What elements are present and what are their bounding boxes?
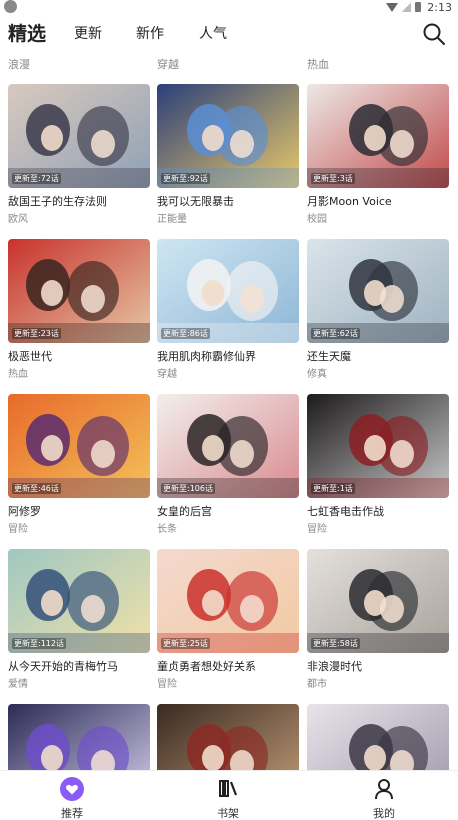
comic-genre: 穿越 — [157, 369, 177, 380]
update-badge: 更新至:112话 — [12, 638, 66, 649]
comic-cover[interactable]: 更新至:112话 — [8, 549, 150, 653]
comic-card[interactable]: 更新至:86话 我用肌肉称霸修仙界 穿越 — [157, 239, 299, 380]
person-icon — [375, 779, 393, 800]
comic-card[interactable]: 更新至:3话 月影Moon Voice 校园 — [307, 84, 449, 225]
comic-title[interactable]: 女皇的后宫 — [157, 503, 303, 519]
update-badge: 更新至:58话 — [311, 638, 360, 649]
comic-cover[interactable]: 更新至:1话 — [307, 394, 449, 498]
nav-label: 推荐 — [61, 807, 83, 820]
comic-title[interactable]: 从今天开始的青梅竹马 — [8, 658, 154, 674]
comic-genre: 冒险 — [8, 524, 28, 535]
comic-cover[interactable]: 更新至:106话 — [157, 394, 299, 498]
comic-genre: 都市 — [307, 679, 327, 690]
comic-cover[interactable]: 更新至:72话 — [8, 84, 150, 188]
update-badge: 更新至:86话 — [161, 328, 210, 339]
bookshelf-icon — [219, 780, 238, 797]
comic-title[interactable]: 极恶世代 — [8, 348, 154, 364]
comic-card[interactable]: 更新至:23话 极恶世代 热血 — [8, 239, 150, 380]
update-badge: 更新至:23话 — [12, 328, 61, 339]
comic-title[interactable]: 月影Moon Voice — [307, 193, 453, 209]
update-badge: 更新至:25话 — [161, 638, 210, 649]
comic-title[interactable]: 我用肌肉称霸修仙界 — [157, 348, 303, 364]
comic-card[interactable]: 更新至:106话 女皇的后宫 长条 — [157, 394, 299, 535]
comic-title[interactable]: 非浪漫时代 — [307, 658, 453, 674]
comic-card[interactable]: 更新至:62话 还生天魔 修真 — [307, 239, 449, 380]
comic-card[interactable]: 更新至:58话 非浪漫时代 都市 — [307, 549, 449, 690]
update-badge: 更新至:72话 — [12, 173, 61, 184]
comic-genre: 欧风 — [8, 214, 28, 225]
comic-title[interactable]: 阿修罗 — [8, 503, 154, 519]
comic-card[interactable]: 更新至:25话 童贞勇者想处好关系 冒险 — [157, 549, 299, 690]
comic-genre: 冒险 — [157, 679, 177, 690]
heart-icon — [60, 777, 84, 801]
update-badge: 更新至:106话 — [161, 483, 215, 494]
comic-card[interactable]: 更新至:92话 我可以无限暴击 正能量 — [157, 84, 299, 225]
comic-cover[interactable]: 更新至:86话 — [157, 239, 299, 343]
comic-genre: 冒险 — [307, 524, 327, 535]
update-badge: 更新至:3话 — [311, 173, 355, 184]
comic-cover[interactable]: 更新至:58话 — [307, 549, 449, 653]
nav-recommend[interactable]: 推荐 — [27, 771, 117, 820]
update-badge: 更新至:62话 — [311, 328, 360, 339]
nav-profile[interactable]: 我的 — [339, 771, 429, 820]
comic-cover[interactable]: 更新至:3话 — [307, 84, 449, 188]
comic-card[interactable]: 更新至:112话 从今天开始的青梅竹马 爱情 — [8, 549, 150, 690]
update-badge: 更新至:46话 — [12, 483, 61, 494]
comic-title[interactable]: 童贞勇者想处好关系 — [157, 658, 303, 674]
comic-cover[interactable]: 更新至:23话 — [8, 239, 150, 343]
comic-genre: 长条 — [157, 524, 177, 535]
comic-title[interactable]: 我可以无限暴击 — [157, 193, 303, 209]
comic-genre: 正能量 — [157, 214, 187, 225]
nav-label: 书架 — [217, 807, 239, 820]
nav-label: 我的 — [373, 807, 395, 820]
comic-cover[interactable]: 更新至:62话 — [307, 239, 449, 343]
comic-genre: 修真 — [307, 369, 327, 380]
comic-genre: 校园 — [307, 214, 327, 225]
update-badge: 更新至:92话 — [161, 173, 210, 184]
comic-genre: 热血 — [8, 369, 28, 380]
update-badge: 更新至:1话 — [311, 483, 355, 494]
comic-card[interactable]: 更新至:72话 敌国王子的生存法则 欧风 — [8, 84, 150, 225]
comic-cover[interactable]: 更新至:25话 — [157, 549, 299, 653]
comic-cover[interactable]: 更新至:92话 — [157, 84, 299, 188]
comic-card[interactable]: 更新至:46话 阿修罗 冒险 — [8, 394, 150, 535]
bottom-nav: 推荐 书架 我的 — [0, 770, 458, 820]
comic-title[interactable]: 七虹香电击作战 — [307, 503, 453, 519]
comic-title[interactable]: 还生天魔 — [307, 348, 453, 364]
nav-bookshelf[interactable]: 书架 — [183, 771, 273, 820]
comic-card[interactable]: 更新至:1话 七虹香电击作战 冒险 — [307, 394, 449, 535]
comic-cover[interactable]: 更新至:46话 — [8, 394, 150, 498]
comic-title[interactable]: 敌国王子的生存法则 — [8, 193, 154, 209]
comic-grid: 更新至:72话 敌国王子的生存法则 欧风 更新至:92话 我可以无限暴击 正能量 更新至:3… — [0, 0, 458, 820]
comic-genre: 爱情 — [8, 679, 28, 690]
